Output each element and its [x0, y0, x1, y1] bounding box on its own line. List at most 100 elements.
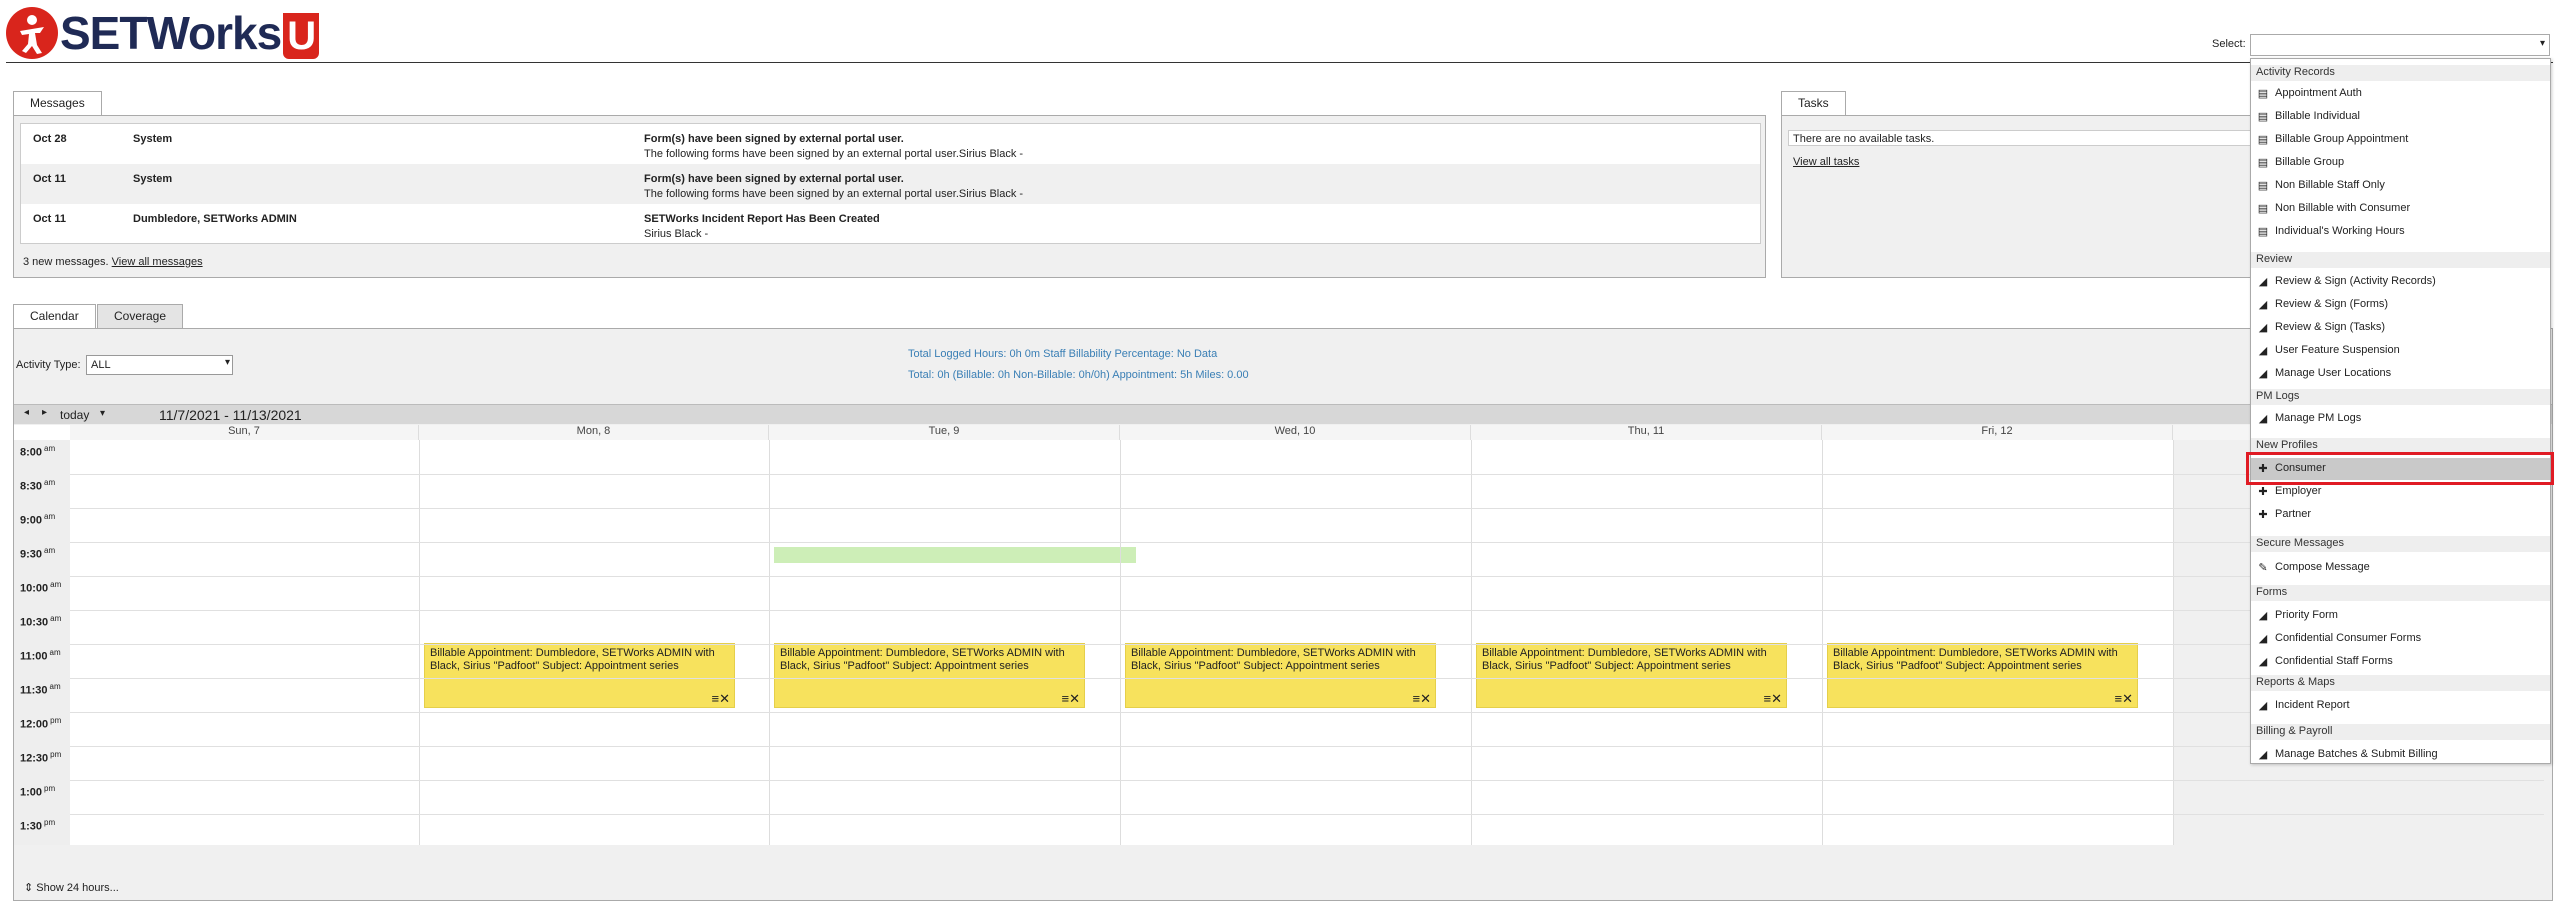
dropdown-item-label: Confidential Consumer Forms — [2275, 632, 2422, 644]
dropdown-item-priority-form[interactable]: ◢ Priority Form — [2251, 605, 2550, 627]
activity-type-label: Activity Type: — [16, 359, 81, 371]
view-all-tasks-link[interactable]: View all tasks — [1793, 156, 1859, 168]
dropdown-item-incident-report[interactable]: ◢ Incident Report — [2251, 695, 2550, 717]
tab-tasks[interactable]: Tasks — [1781, 91, 1846, 115]
day-header-mon: Mon, 8 — [419, 425, 769, 440]
dropdown-item-manage-batches-submit-billing[interactable]: ◢ Manage Batches & Submit Billing — [2251, 744, 2550, 766]
dropdown-item-label: Manage PM Logs — [2275, 412, 2362, 424]
time-label: 8:00 am — [20, 444, 56, 459]
menu-icon[interactable]: ≡ — [1062, 691, 1070, 706]
brand-name: SETWorks U — [60, 6, 320, 60]
show-24-hours-link[interactable]: ⇕ Show 24 hours... — [24, 881, 119, 894]
time-label: 11:30 am — [20, 682, 61, 697]
form-icon: ▤ — [2257, 157, 2269, 169]
close-icon[interactable]: ✕ — [1069, 691, 1080, 706]
day-header-sun: Sun, 7 — [70, 425, 419, 440]
dropdown-item-partner[interactable]: ✚ Partner — [2251, 504, 2550, 526]
message-row[interactable]: Oct 11 System Form(s) have been signed b… — [21, 164, 1760, 204]
dropdown-item-label: Partner — [2275, 508, 2312, 520]
next-week-icon[interactable]: ▸ — [42, 407, 47, 418]
dropdown-item-review-sign-forms[interactable]: ◢ Review & Sign (Forms) — [2251, 294, 2550, 316]
message-row[interactable]: Oct 28 System Form(s) have been signed b… — [21, 124, 1760, 164]
dropdown-item-confidential-consumer-forms[interactable]: ◢ Confidential Consumer Forms — [2251, 628, 2550, 650]
close-icon[interactable]: ✕ — [719, 691, 730, 706]
appointment-event[interactable]: Billable Appointment: Dumbledore, SETWor… — [1827, 643, 2138, 708]
app-logo[interactable]: SETWorks U — [6, 6, 320, 60]
dropdown-item-review-sign-activity-records[interactable]: ◢ Review & Sign (Activity Records) — [2251, 271, 2550, 293]
close-icon[interactable]: ✕ — [1771, 691, 1782, 706]
appointment-event[interactable]: Billable Appointment: Dumbledore, SETWor… — [1476, 643, 1787, 708]
appointment-event[interactable]: Billable Appointment: Dumbledore, SETWor… — [774, 643, 1085, 708]
time-label: 11:00 am — [20, 648, 61, 663]
dropdown-item-label: Billable Group — [2275, 156, 2345, 168]
day-header-fri: Fri, 12 — [1822, 425, 2173, 440]
calendar-grid[interactable]: Sun, 7 Mon, 8 Tue, 9 Wed, 10 Thu, 11 Fri… — [14, 425, 2544, 845]
tasks-empty-message: There are no available tasks. — [1788, 130, 2258, 146]
header-divider — [6, 62, 2553, 63]
time-divider — [70, 610, 2544, 611]
dropdown-item-billable-group[interactable]: ▤ Billable Group — [2251, 152, 2550, 174]
dropdown-group-header: Secure Messages — [2251, 536, 2550, 552]
availability-block[interactable] — [774, 547, 1136, 563]
time-label: 1:00 pm — [20, 784, 56, 799]
chevron-down-icon: ▾ — [224, 357, 230, 368]
time-divider — [70, 542, 2544, 543]
dropdown-item-billable-individual[interactable]: ▤ Billable Individual — [2251, 106, 2550, 128]
logo-figure-icon — [6, 7, 58, 59]
menu-icon[interactable]: ≡ — [712, 691, 720, 706]
dropdown-item-individual-s-working-hours[interactable]: ▤ Individual's Working Hours — [2251, 221, 2550, 243]
dropdown-item-label: Review & Sign (Activity Records) — [2275, 275, 2436, 287]
time-label: 12:00 pm — [20, 716, 62, 731]
triangle-icon: ◢ — [2258, 345, 2268, 357]
time-divider — [70, 746, 2544, 747]
time-divider — [70, 508, 2544, 509]
chevron-down-icon[interactable]: ▾ — [100, 408, 105, 419]
day-divider — [1471, 440, 1472, 845]
menu-icon[interactable]: ≡ — [2115, 691, 2123, 706]
dropdown-item-manage-user-locations[interactable]: ◢ Manage User Locations — [2251, 363, 2550, 385]
message-date: Oct 11 — [33, 173, 67, 185]
dropdown-item-review-sign-tasks[interactable]: ◢ Review & Sign (Tasks) — [2251, 317, 2550, 339]
close-icon[interactable]: ✕ — [2122, 691, 2133, 706]
appointment-text: Billable Appointment: Dumbledore, SETWor… — [1833, 647, 2118, 672]
message-row[interactable]: Oct 11 Dumbledore, SETWorks ADMIN SETWor… — [21, 204, 1760, 244]
time-label: 12:30 pm — [20, 750, 62, 765]
dropdown-item-user-feature-suspension[interactable]: ◢ User Feature Suspension — [2251, 340, 2550, 362]
form-icon: ▤ — [2257, 88, 2269, 100]
dropdown-group-header: PM Logs — [2251, 389, 2550, 405]
dropdown-item-appointment-auth[interactable]: ▤ Appointment Auth — [2251, 83, 2550, 105]
dropdown-item-billable-group-appointment[interactable]: ▤ Billable Group Appointment — [2251, 129, 2550, 151]
view-all-messages-link[interactable]: View all messages — [112, 256, 203, 268]
time-divider — [70, 678, 2544, 679]
triangle-icon: ◢ — [2258, 299, 2268, 311]
today-button[interactable]: today — [60, 408, 89, 422]
menu-icon[interactable]: ≡ — [1764, 691, 1772, 706]
dropdown-group-header: Activity Records — [2251, 65, 2550, 81]
tab-calendar[interactable]: Calendar — [13, 304, 96, 328]
dropdown-item-non-billable-staff-only[interactable]: ▤ Non Billable Staff Only — [2251, 175, 2550, 197]
appointment-event[interactable]: Billable Appointment: Dumbledore, SETWor… — [1125, 643, 1436, 708]
calendar-panel: Activity Type: ALL ▾ Total Logged Hours:… — [13, 328, 2553, 901]
tab-coverage[interactable]: Coverage — [97, 304, 184, 328]
appointment-event[interactable]: Billable Appointment: Dumbledore, SETWor… — [424, 643, 735, 708]
form-icon: ▤ — [2257, 180, 2269, 192]
appointment-text: Billable Appointment: Dumbledore, SETWor… — [1482, 647, 1767, 672]
action-select[interactable]: ▾ — [2250, 34, 2550, 56]
chevron-down-icon: ▾ — [2539, 38, 2545, 49]
messages-list: Oct 28 System Form(s) have been signed b… — [20, 123, 1761, 244]
menu-icon[interactable]: ≡ — [1413, 691, 1421, 706]
dropdown-item-label: Employer — [2275, 485, 2322, 497]
activity-type-select[interactable]: ALL ▾ — [86, 355, 233, 375]
dropdown-item-confidential-staff-forms[interactable]: ◢ Confidential Staff Forms — [2251, 651, 2550, 673]
dropdown-item-manage-pm-logs[interactable]: ◢ Manage PM Logs — [2251, 408, 2550, 430]
tab-messages[interactable]: Messages — [13, 91, 102, 115]
dropdown-item-label: Compose Message — [2275, 561, 2370, 573]
prev-week-icon[interactable]: ◂ — [24, 407, 29, 418]
dropdown-item-label: Individual's Working Hours — [2275, 225, 2405, 237]
time-divider — [70, 780, 2544, 781]
close-icon[interactable]: ✕ — [1420, 691, 1431, 706]
dropdown-item-non-billable-with-consumer[interactable]: ▤ Non Billable with Consumer — [2251, 198, 2550, 220]
dropdown-item-compose-message[interactable]: ✎ Compose Message — [2251, 557, 2550, 579]
message-sender: System — [133, 133, 173, 145]
messages-footer: 3 new messages. View all messages — [23, 256, 203, 268]
